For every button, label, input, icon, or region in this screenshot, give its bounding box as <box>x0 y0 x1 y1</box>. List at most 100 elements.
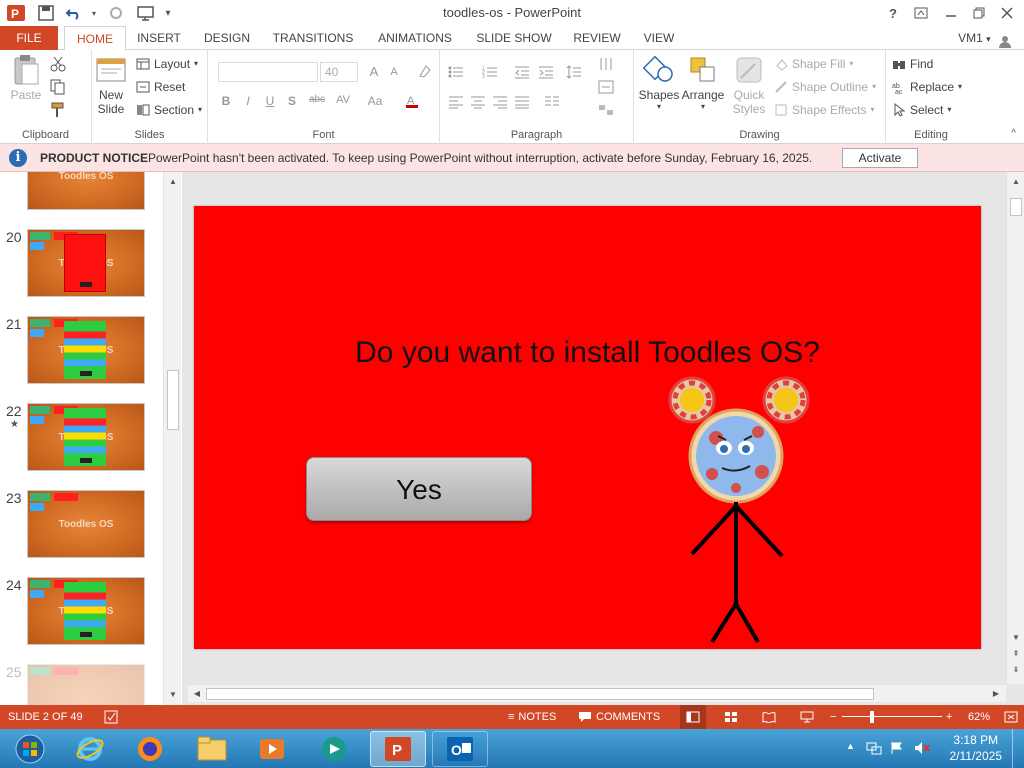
save-icon[interactable] <box>36 3 56 23</box>
numbering-icon[interactable]: 123 <box>480 62 500 82</box>
format-painter-icon[interactable] <box>48 100 68 120</box>
italic-button[interactable]: I <box>240 94 256 108</box>
redo-icon[interactable] <box>106 3 126 23</box>
zoom-in-button[interactable]: + <box>946 705 952 729</box>
change-case-button[interactable]: Aa <box>364 94 386 108</box>
scrollbar-thumb[interactable] <box>206 688 874 700</box>
replace-button[interactable]: ab ac Replace ▾ <box>892 77 962 97</box>
scroll-down-icon[interactable]: ▼ <box>1008 630 1024 646</box>
thumbnail-scrollbar[interactable]: ▲ ▼ <box>163 172 181 705</box>
scroll-down-icon[interactable]: ▼ <box>165 687 181 703</box>
undo-dropdown-icon[interactable]: ▾ <box>84 3 104 23</box>
toodles-stick-figure[interactable] <box>666 376 816 646</box>
scrollbar-thumb[interactable] <box>1010 198 1022 216</box>
slide-question-text[interactable]: Do you want to install Toodles OS? <box>194 336 981 370</box>
justify-icon[interactable] <box>512 92 532 112</box>
volume-muted-icon[interactable] <box>914 741 930 758</box>
increase-indent-icon[interactable] <box>536 62 556 82</box>
undo-icon[interactable] <box>64 3 84 23</box>
slide-thumbnail-20[interactable]: 20 Toodles OS <box>0 229 160 299</box>
new-slide-button[interactable]: New Slide <box>92 54 130 116</box>
tab-design[interactable]: DESIGN <box>198 26 256 50</box>
slide-thumbnail-24[interactable]: 24 Toodles OS <box>0 577 160 647</box>
quick-styles-button[interactable]: Quick Styles <box>728 54 770 116</box>
media-player-icon[interactable] <box>244 731 300 767</box>
shape-effects-button[interactable]: Shape Effects ▾ <box>774 100 875 120</box>
text-direction-icon[interactable] <box>596 54 616 74</box>
find-button[interactable]: Find <box>892 54 933 74</box>
zoom-slider[interactable] <box>842 716 942 717</box>
powerpoint-taskbar-icon[interactable]: P <box>370 731 426 767</box>
character-spacing-button[interactable]: AV <box>332 94 354 106</box>
tab-view[interactable]: VIEW <box>638 26 680 50</box>
ribbon-display-options-icon[interactable] <box>908 2 934 24</box>
slide-thumbnail-21[interactable]: 21 Toodles OS <box>0 316 160 386</box>
shape-fill-button[interactable]: Shape Fill ▾ <box>774 54 853 74</box>
columns-icon[interactable] <box>542 92 562 112</box>
scroll-up-icon[interactable]: ▲ <box>1008 174 1024 190</box>
bullets-icon[interactable] <box>446 62 466 82</box>
next-slide-icon[interactable]: ⇟ <box>1008 662 1024 678</box>
arrange-button[interactable]: Arrange ▾ <box>680 54 726 111</box>
fit-slide-icon[interactable] <box>1004 705 1018 729</box>
slide-thumbnail-19[interactable]: Toodles OS <box>0 172 160 212</box>
layout-button[interactable]: Layout ▾ <box>136 54 198 74</box>
font-name-field[interactable] <box>218 62 318 82</box>
underline-button[interactable]: U <box>262 94 278 108</box>
slide-thumbnail-25[interactable]: 25 <box>0 664 160 705</box>
activate-button[interactable]: Activate <box>842 148 918 168</box>
smartart-icon[interactable] <box>596 100 616 120</box>
align-center-icon[interactable] <box>468 92 488 112</box>
slide-thumbnail-22[interactable]: 22 ★ Toodles OS <box>0 403 160 473</box>
align-text-icon[interactable] <box>596 77 616 97</box>
spell-check-icon[interactable] <box>104 705 118 729</box>
tab-transitions[interactable]: TRANSITIONS <box>268 26 358 50</box>
shrink-font-icon[interactable]: A <box>386 66 402 78</box>
notes-button[interactable]: ≡ NOTES <box>508 705 556 729</box>
paste-button[interactable]: Paste <box>6 54 46 102</box>
slide-thumbnail-23[interactable]: 23 Toodles OS <box>0 490 160 560</box>
slide-show-view-icon[interactable] <box>800 705 814 729</box>
zoom-out-button[interactable]: − <box>830 705 836 729</box>
tab-slide-show[interactable]: SLIDE SHOW <box>472 26 556 50</box>
internet-explorer-icon[interactable] <box>62 731 118 767</box>
shape-outline-button[interactable]: Shape Outline ▾ <box>774 77 876 97</box>
font-size-field[interactable]: 40 <box>320 62 358 82</box>
clear-formatting-icon[interactable] <box>416 64 432 81</box>
tab-animations[interactable]: ANIMATIONS <box>370 26 460 50</box>
align-left-icon[interactable] <box>446 92 466 112</box>
slide-sorter-view-icon[interactable] <box>724 705 738 729</box>
section-button[interactable]: Section ▾ <box>136 100 202 120</box>
editor-horizontal-scrollbar[interactable]: ◀ ▶ <box>188 684 1006 702</box>
decrease-indent-icon[interactable] <box>512 62 532 82</box>
scroll-left-icon[interactable]: ◀ <box>189 686 205 702</box>
tab-home[interactable]: HOME <box>64 26 126 51</box>
select-button[interactable]: Select ▾ <box>892 100 951 120</box>
scroll-right-icon[interactable]: ▶ <box>988 686 1004 702</box>
font-color-icon[interactable]: A <box>404 94 420 111</box>
bold-button[interactable]: B <box>218 94 234 108</box>
editor-vertical-scrollbar[interactable]: ▲ ▼ ⇞ ⇟ <box>1006 172 1024 684</box>
align-right-icon[interactable] <box>490 92 510 112</box>
outlook-taskbar-icon[interactable]: O <box>432 731 488 767</box>
customize-toolbar-icon[interactable]: ▾ <box>158 3 178 23</box>
text-shadow-button[interactable]: S <box>284 94 300 108</box>
help-button[interactable]: ? <box>880 2 906 24</box>
scroll-up-icon[interactable]: ▲ <box>165 174 181 190</box>
app-icon-teal[interactable] <box>306 731 362 767</box>
show-hidden-icons[interactable]: ▲ <box>846 741 855 751</box>
line-spacing-icon[interactable] <box>564 62 584 82</box>
strikethrough-button[interactable]: abc <box>306 94 328 105</box>
network-icon[interactable] <box>866 741 882 758</box>
zoom-slider-knob[interactable] <box>870 711 874 723</box>
taskbar-clock[interactable]: 3:18 PM 2/11/2025 <box>950 732 1003 764</box>
tab-review[interactable]: REVIEW <box>568 26 626 50</box>
reset-button[interactable]: Reset <box>136 77 185 97</box>
start-from-beginning-icon[interactable] <box>136 3 156 23</box>
copy-icon[interactable] <box>48 77 68 97</box>
start-button[interactable] <box>2 731 58 767</box>
normal-view-icon[interactable] <box>680 705 706 729</box>
firefox-icon[interactable] <box>122 731 178 767</box>
reading-view-icon[interactable] <box>762 705 776 729</box>
powerpoint-app-icon[interactable]: P <box>6 3 26 23</box>
